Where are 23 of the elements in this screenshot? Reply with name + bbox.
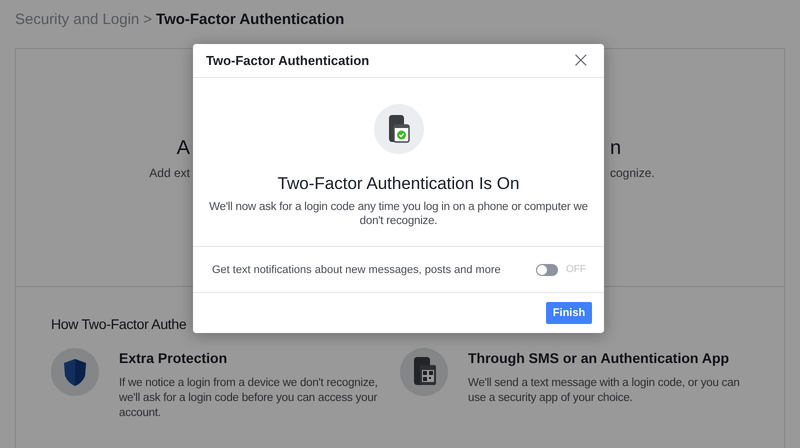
notification-toggle[interactable]: [536, 264, 558, 276]
hero-title: A: [176, 137, 190, 160]
breadcrumb-current: Two-Factor Authentication: [156, 11, 344, 28]
feature-title: Extra Protection: [119, 350, 228, 366]
breadcrumb-link[interactable]: Security and Login: [15, 11, 140, 28]
dialog-heading: Two-Factor Authentication Is On: [278, 174, 520, 194]
toggle-state-label: OFF: [566, 264, 586, 275]
feature-title: Through SMS or an Authentication App: [468, 350, 730, 366]
hero-subtitle: Add ext: [148, 166, 190, 180]
phone-qr-icon: [400, 348, 448, 396]
shield-icon: [51, 348, 99, 396]
hero-title: n: [610, 137, 622, 160]
dialog-message: We'll now ask for a login code any time you log in on a phone or computer we don't recognize.: [208, 200, 589, 228]
feature-description: We'll send a text message with a login code, or you can use a security app of your choice.: [468, 376, 740, 406]
feature-description: If we notice a login from a device we don't recognize, we'll ask for a login code before you can access your account.: [119, 376, 379, 421]
notification-label: Get text notifications about new messages, posts and more: [212, 264, 501, 276]
phone-check-icon: [374, 104, 424, 154]
hero-subtitle: cognize.: [610, 166, 656, 180]
finish-button[interactable]: Finish: [546, 302, 592, 324]
breadcrumb-separator: >: [143, 11, 152, 28]
close-button[interactable]: ×: [568, 50, 594, 70]
dialog-title: Two-Factor Authentication: [206, 53, 370, 68]
section-title: How Two-Factor Authe: [51, 316, 188, 332]
